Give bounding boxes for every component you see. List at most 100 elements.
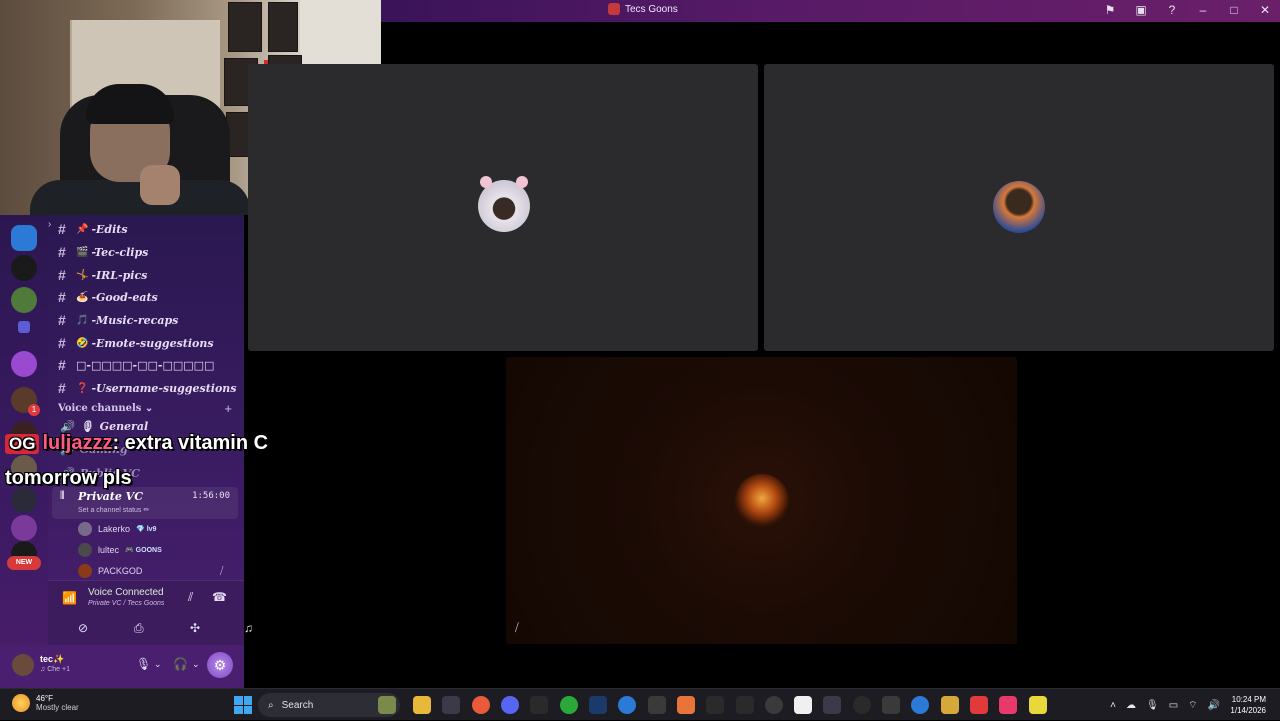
app-icon[interactable] — [706, 696, 724, 714]
participant-avatar — [735, 474, 789, 528]
disconnect-icon[interactable]: ☎ — [212, 590, 227, 604]
text-channel[interactable]: # □-□□□□-□□-□□□□□ — [58, 355, 214, 375]
text-channel[interactable]: # 🍝 -Good-eats — [58, 287, 158, 307]
wifi-icon[interactable]: ⌔ — [1188, 699, 1197, 712]
music-icon[interactable] — [999, 696, 1017, 714]
hash-icon: # — [58, 289, 66, 305]
discord-icon[interactable] — [501, 696, 519, 714]
browser-icon[interactable] — [618, 696, 636, 714]
chevron-down-icon[interactable]: ⌄ — [154, 659, 162, 670]
hash-icon: # — [58, 244, 66, 260]
network-icon[interactable]: ☁ — [1126, 700, 1136, 711]
gear-icon[interactable]: ⚙ — [207, 652, 233, 678]
chevron-up-icon[interactable]: ˄ — [1110, 700, 1116, 711]
weather-desc: Mostly clear — [36, 703, 79, 712]
chat-badge: OG — [5, 434, 40, 454]
server-icon-3[interactable] — [11, 287, 37, 313]
app-icon[interactable] — [823, 696, 841, 714]
text-channel[interactable]: # ❓ -Username-suggestions — [58, 378, 236, 398]
app-icon[interactable] — [648, 696, 666, 714]
server-icon-1[interactable] — [11, 225, 37, 251]
chrome-icon[interactable] — [472, 696, 490, 714]
stream-chat-overlay: OG luljazzz: extra vitamin C — [5, 432, 268, 455]
app-icon[interactable] — [882, 696, 900, 714]
help-icon[interactable]: ? — [1165, 3, 1179, 17]
inbox-icon[interactable]: ⚑ — [1103, 3, 1117, 17]
voice-member[interactable]: lultec 🎮 GOONS — [78, 541, 162, 559]
screen-icon[interactable]: ▣ — [1134, 3, 1148, 17]
voice-timer: 1:56:00 — [192, 491, 230, 501]
app-icon[interactable] — [853, 696, 871, 714]
app-icon[interactable] — [677, 696, 695, 714]
app-icon[interactable] — [1029, 696, 1047, 714]
channel-status-link[interactable]: Set a channel status ✏ — [78, 506, 149, 514]
avatar — [78, 564, 92, 578]
muted-icon: ⧸ — [220, 565, 224, 577]
app-icon[interactable] — [911, 696, 929, 714]
add-channel-icon[interactable]: + — [224, 401, 232, 416]
voice-activity-icon: ⫴ — [60, 490, 65, 502]
webcam-poster — [228, 2, 262, 52]
app-icon[interactable] — [765, 696, 783, 714]
text-channel[interactable]: # 🎵 -Music-recaps — [58, 310, 178, 330]
settings-icon[interactable] — [736, 696, 754, 714]
app-icon[interactable] — [941, 696, 959, 714]
display-icon[interactable]: ▭ — [1169, 700, 1178, 711]
channel-emoji: ❓ — [76, 382, 89, 394]
channel-emoji: 📌 — [76, 223, 89, 235]
weather-widget[interactable]: 46°F Mostly clear — [12, 694, 79, 712]
voice-connected-panel: 📶 Voice Connected Private VC / Tecs Goon… — [48, 580, 253, 645]
camera-off-icon[interactable]: ⊘ — [78, 621, 88, 635]
channel-emoji: 🎵 — [76, 314, 89, 326]
app-icon[interactable] — [794, 696, 812, 714]
signal-icon[interactable]: 📶 — [62, 591, 77, 605]
username: tec✨ — [40, 654, 65, 664]
voice-channels-header[interactable]: Voice channels ⌄ — [58, 403, 153, 414]
xbox-icon[interactable] — [560, 696, 578, 714]
chevron-down-icon[interactable]: ⌄ — [192, 659, 200, 670]
store-icon[interactable] — [442, 696, 460, 714]
channel-emoji: 🍝 — [76, 291, 89, 303]
server-icon-8[interactable] — [11, 487, 37, 513]
server-icon-5[interactable] — [11, 387, 40, 416]
voice-member[interactable]: Lakerko 💎 lv9 — [78, 520, 156, 538]
voice-channel-private[interactable]: ⫴ Private VC 1:56:00 Set a channel statu… — [52, 487, 238, 519]
steam-icon[interactable] — [589, 696, 607, 714]
clock[interactable]: 10:24 PM 1/14/2026 — [1230, 694, 1266, 716]
screen-share-icon[interactable]: ⎙ — [134, 621, 144, 636]
channel-emoji: 🤣 — [76, 337, 89, 349]
hash-icon: # — [58, 380, 66, 396]
microphone-icon[interactable]: 🎙 — [1146, 700, 1159, 711]
file-explorer-icon[interactable] — [413, 696, 431, 714]
server-icon — [608, 3, 620, 15]
chat-username: luljazzz — [42, 432, 113, 454]
maximize-icon[interactable]: □ — [1227, 3, 1241, 17]
weather-temp: 46°F — [36, 694, 53, 703]
taskbar-app[interactable] — [378, 696, 396, 714]
chevron-right-icon[interactable]: › — [48, 219, 51, 230]
text-channel[interactable]: # 🎬 -Tec-clips — [58, 242, 148, 262]
minimize-icon[interactable]: – — [1196, 3, 1210, 17]
avatar[interactable] — [12, 654, 34, 676]
noise-suppression-icon[interactable]: ⫽ — [188, 590, 193, 605]
volume-icon[interactable]: 🔊 — [1208, 700, 1220, 711]
text-channel[interactable]: # 🤸 -IRL-pics — [58, 265, 147, 285]
folder-icon[interactable] — [18, 321, 30, 333]
server-icon-9[interactable] — [11, 515, 37, 541]
close-icon[interactable]: ✕ — [1258, 3, 1272, 17]
app-icon[interactable] — [970, 696, 988, 714]
activities-icon[interactable]: ✣ — [190, 621, 200, 635]
microphone-icon[interactable]: 🎙 — [136, 657, 151, 671]
text-channel[interactable]: # 🤣 -Emote-suggestions — [58, 333, 214, 353]
start-button[interactable] — [234, 696, 252, 714]
voice-member[interactable]: PACKGOD ⧸ — [78, 562, 223, 580]
soundboard-icon[interactable]: ♫ — [244, 621, 253, 635]
channel-name: -Emote-suggestions — [91, 336, 214, 350]
server-icon-4[interactable] — [11, 351, 37, 377]
voice-connected-subtitle[interactable]: Private VC / Tecs Goons — [88, 600, 164, 607]
headphones-icon[interactable]: 🎧 — [173, 657, 188, 671]
server-icon-2[interactable] — [11, 255, 37, 281]
text-channel[interactable]: # 📌 -Edits — [58, 219, 128, 239]
epic-icon[interactable] — [530, 696, 548, 714]
member-tag: 🎮 GOONS — [125, 547, 162, 554]
